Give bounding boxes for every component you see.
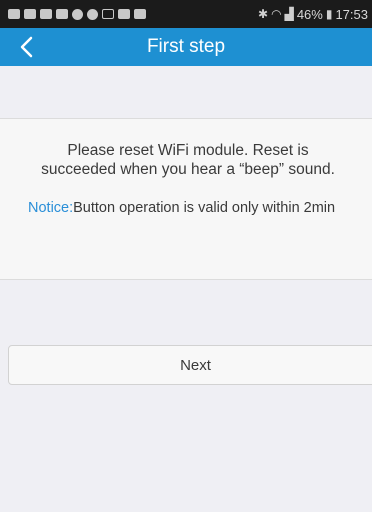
app-icon <box>72 8 83 20</box>
notification-icons <box>8 8 146 20</box>
instruction-text: Please reset WiFi module. Reset is succe… <box>41 142 335 178</box>
back-button[interactable] <box>6 28 46 66</box>
mail-icon <box>24 9 36 19</box>
signal-icon: ▟ <box>284 7 294 21</box>
screen-icon <box>102 9 114 19</box>
instruction-panel: Please reset WiFi module. Reset is succe… <box>0 118 372 280</box>
bag-icon <box>118 9 130 19</box>
wifi-icon: ◠ <box>271 7 282 21</box>
chevron-left-icon <box>20 36 33 58</box>
battery-percent: 46% <box>296 6 323 22</box>
clock: 17:53 <box>335 6 368 22</box>
status-bar: ✱ ◠ ▟ 46% ▮ 17:53 <box>0 0 372 28</box>
nav-bar: First step <box>0 28 372 66</box>
gallery-icon <box>8 9 20 19</box>
notice-text: Button operation is valid only within 2m… <box>73 200 336 216</box>
notice-label: Notice: <box>28 200 74 216</box>
next-button[interactable]: Next <box>8 345 372 385</box>
bag-icon <box>134 9 146 19</box>
system-status: ✱ ◠ ▟ 46% ▮ 17:53 <box>258 7 368 22</box>
chat-icon <box>87 8 98 20</box>
app-icon <box>56 9 68 19</box>
app-icon <box>40 9 52 19</box>
notice: Notice: Button operation is valid only w… <box>28 199 363 217</box>
page-title: First step <box>146 36 226 57</box>
battery-icon: ▮ <box>325 7 333 21</box>
bluetooth-icon: ✱ <box>258 7 269 21</box>
